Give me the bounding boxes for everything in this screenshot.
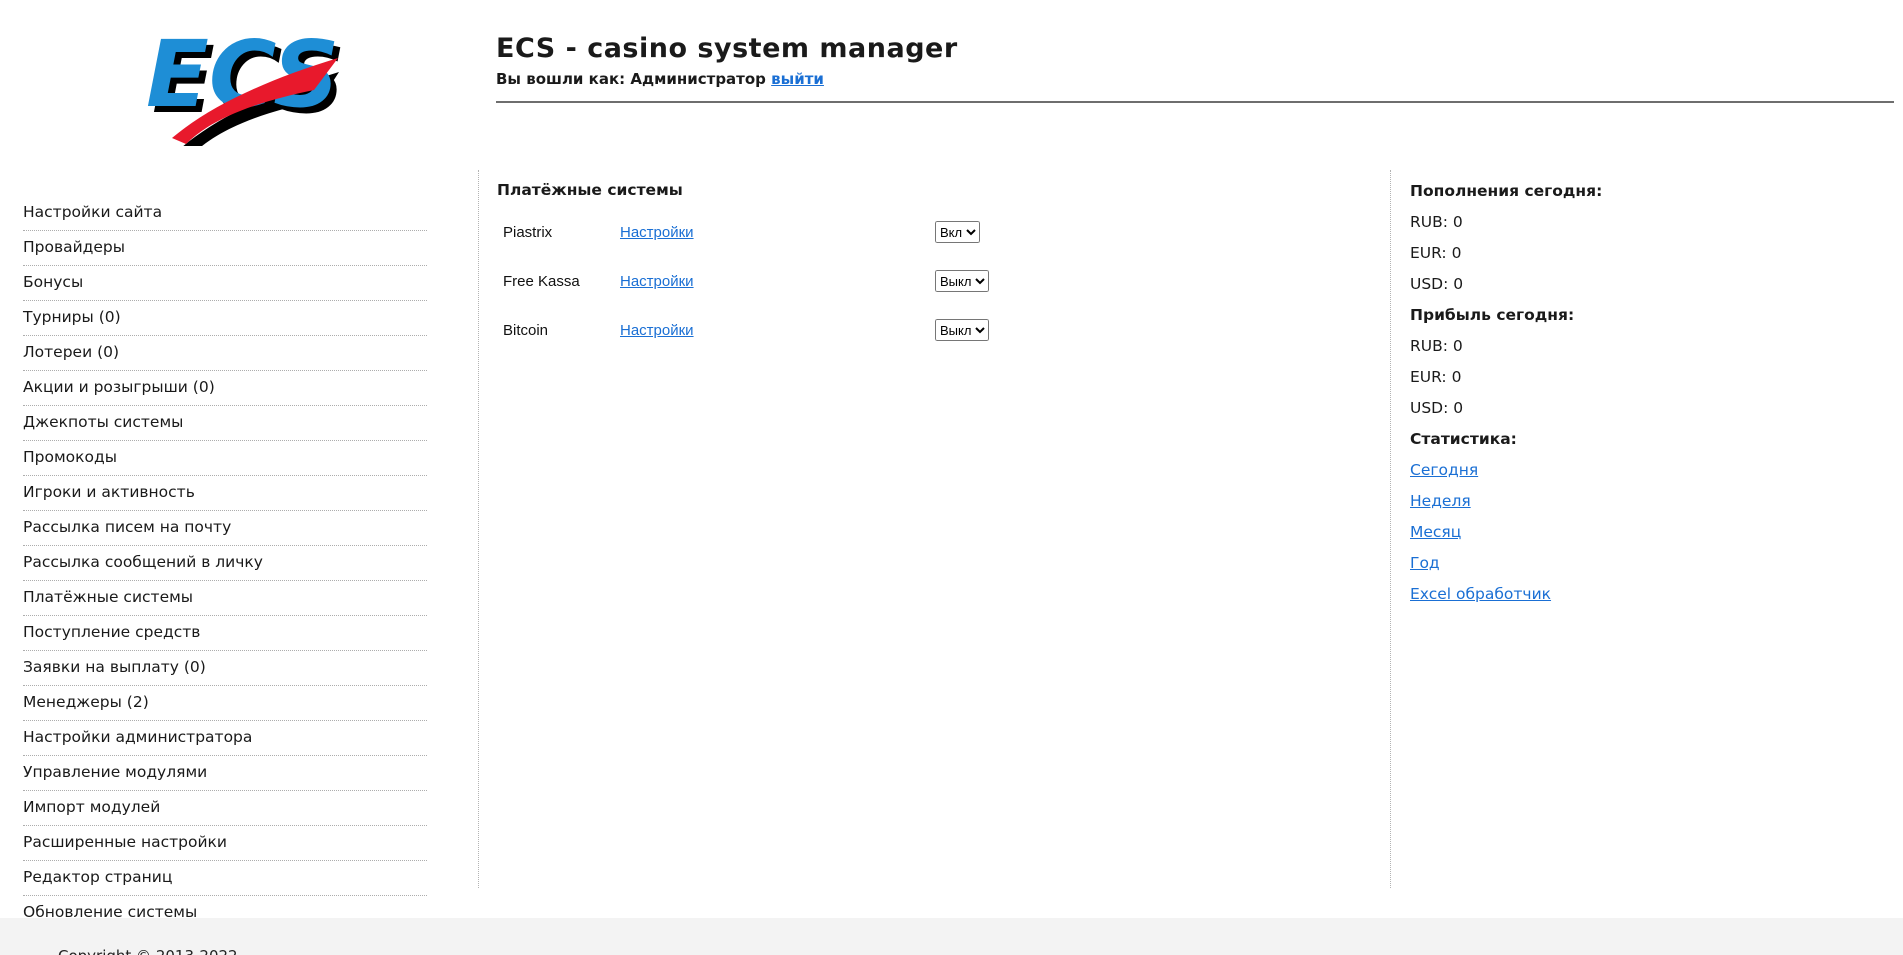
admin-page: ECS ECS ECS - casino system manager Вы в…	[0, 0, 1903, 955]
stats-link-today[interactable]: Сегодня	[1410, 460, 1478, 480]
sidebar-item-incoming-funds[interactable]: Поступление средств	[23, 616, 427, 651]
sidebar-main-divider	[478, 170, 479, 888]
sidebar-item-promotions[interactable]: Акции и розыгрыши (0)	[23, 371, 427, 406]
profit-today-header: Прибыль сегодня:	[1410, 306, 1575, 324]
ecs-logo-graphic: ECS ECS	[146, 21, 345, 152]
login-status: Вы вошли как: Администратор выйти	[496, 70, 958, 88]
payment-state-select[interactable]: Выкл	[935, 270, 989, 292]
payment-name: Piastrix	[503, 223, 553, 241]
payment-name: Bitcoin	[503, 321, 549, 339]
payment-settings-link[interactable]: Настройки	[620, 273, 935, 290]
sidebar-item-jackpots[interactable]: Джекпоты системы	[23, 406, 427, 441]
stats-panel: Пополнения сегодня: RUB: 0 EUR: 0 USD: 0…	[1410, 181, 1700, 615]
payment-systems-heading: Платёжные системы	[497, 181, 683, 199]
sidebar-item-bonuses[interactable]: Бонусы	[23, 266, 427, 301]
sidebar-item-managers[interactable]: Менеджеры (2)	[23, 686, 427, 721]
stats-link-year[interactable]: Год	[1410, 553, 1440, 573]
header: ECS - casino system manager Вы вошли как…	[496, 33, 958, 88]
profit-usd: USD: 0	[1410, 399, 1464, 417]
profit-eur: EUR: 0	[1410, 368, 1462, 386]
sidebar-item-providers[interactable]: Провайдеры	[23, 231, 427, 266]
payment-settings-link[interactable]: Настройки	[620, 322, 935, 339]
payment-name: Free Kassa	[503, 272, 580, 290]
sidebar-item-site-settings[interactable]: Настройки сайта	[23, 196, 427, 231]
header-divider	[496, 101, 1894, 103]
main-stats-divider	[1390, 170, 1391, 888]
ecs-logo[interactable]: ECS ECS	[138, 14, 348, 152]
deposits-today-header: Пополнения сегодня:	[1410, 182, 1603, 200]
logout-link[interactable]: выйти	[771, 70, 824, 88]
payment-row-bitcoin: Bitcoin Настройки Выкл	[503, 317, 989, 343]
page-title: ECS - casino system manager	[496, 33, 958, 64]
payment-state-select[interactable]: Вкл	[935, 221, 980, 243]
sidebar: Настройки сайта Провайдеры Бонусы Турнир…	[23, 196, 427, 931]
deposits-usd: USD: 0	[1410, 275, 1464, 293]
payment-row-piastrix: Piastrix Настройки Вкл	[503, 219, 980, 245]
sidebar-item-module-import[interactable]: Импорт модулей	[23, 791, 427, 826]
sidebar-item-admin-settings[interactable]: Настройки администратора	[23, 721, 427, 756]
sidebar-item-email-mailing[interactable]: Рассылка писем на почту	[23, 511, 427, 546]
payment-state-select[interactable]: Выкл	[935, 319, 989, 341]
sidebar-item-tournaments[interactable]: Турниры (0)	[23, 301, 427, 336]
sidebar-item-page-editor[interactable]: Редактор страниц	[23, 861, 427, 896]
sidebar-item-pm-mailing[interactable]: Рассылка сообщений в личку	[23, 546, 427, 581]
deposits-eur: EUR: 0	[1410, 244, 1462, 262]
copyright-text: Copyright © 2013-2022	[58, 947, 238, 955]
profit-rub: RUB: 0	[1410, 337, 1463, 355]
statistics-header: Статистика:	[1410, 430, 1517, 448]
sidebar-item-promocodes[interactable]: Промокоды	[23, 441, 427, 476]
sidebar-item-lotteries[interactable]: Лотереи (0)	[23, 336, 427, 371]
payment-settings-link[interactable]: Настройки	[620, 224, 935, 241]
stats-link-week[interactable]: Неделя	[1410, 491, 1471, 511]
deposits-rub: RUB: 0	[1410, 213, 1463, 231]
sidebar-item-advanced[interactable]: Расширенные настройки	[23, 826, 427, 861]
payment-row-freekassa: Free Kassa Настройки Выкл	[503, 268, 989, 294]
login-prefix: Вы вошли как: Администратор	[496, 70, 766, 88]
sidebar-item-players[interactable]: Игроки и активность	[23, 476, 427, 511]
sidebar-item-payment-systems[interactable]: Платёжные системы	[23, 581, 427, 616]
payment-systems-panel: Платёжные системы Piastrix Настройки Вкл…	[497, 181, 1357, 781]
footer: Copyright © 2013-2022	[0, 918, 1903, 955]
sidebar-item-module-mgmt[interactable]: Управление модулями	[23, 756, 427, 791]
stats-link-excel[interactable]: Excel обработчик	[1410, 584, 1551, 604]
stats-link-month[interactable]: Месяц	[1410, 522, 1461, 542]
sidebar-item-payout-requests[interactable]: Заявки на выплату (0)	[23, 651, 427, 686]
